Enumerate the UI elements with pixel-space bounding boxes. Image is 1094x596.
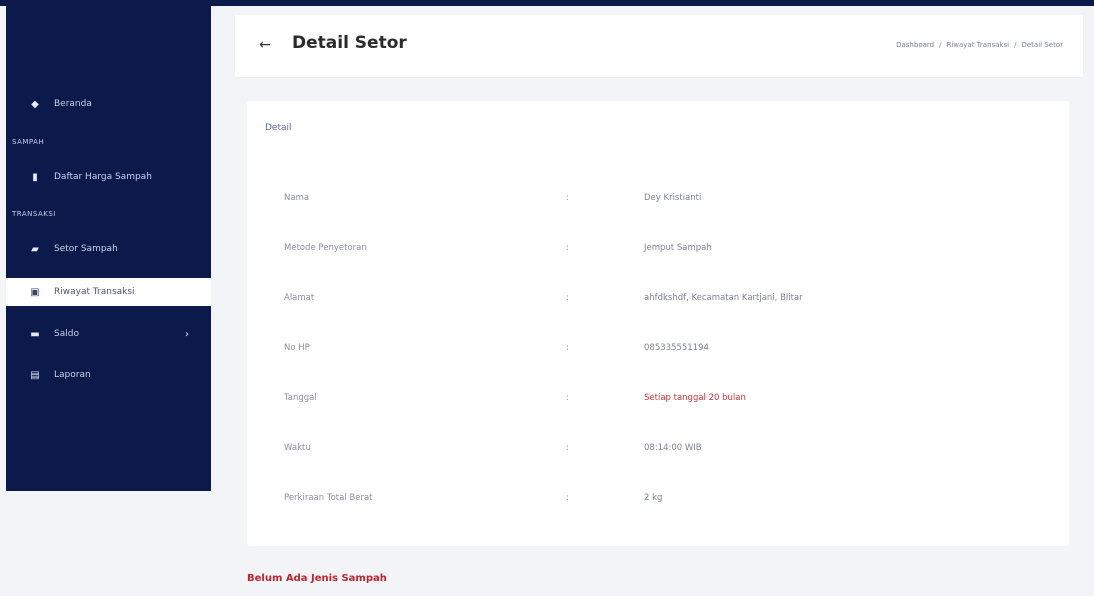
breadcrumb: Dashboard / Riwayat Transaksi / Detail Setor (896, 41, 1063, 49)
detail-colon: : (566, 343, 569, 353)
back-arrow-icon[interactable]: ← (259, 37, 271, 53)
detail-row-nama: Nama : Dey Kristianti (284, 189, 1044, 209)
empty-waste-type-note: Belum Ada Jenis Sampah (247, 573, 387, 584)
sidebar-item-label: Beranda (54, 99, 92, 109)
detail-label: Metode Penyetoran (284, 243, 367, 253)
breadcrumb-dashboard[interactable]: Dashboard (896, 41, 934, 49)
truck-icon: ▰ (31, 243, 39, 255)
detail-colon: : (566, 443, 569, 453)
page-header: ← Detail Setor Dashboard / Riwayat Transak… (235, 15, 1083, 77)
detail-row-metode: Metode Penyetoran : Jemput Sampah (284, 239, 1044, 259)
detail-row-tanggal: Tanggal : Setiap tanggal 20 bulan (284, 389, 1044, 409)
breadcrumb-current: Detail Setor (1021, 41, 1063, 49)
sidebar-item-laporan[interactable]: ▤ Laporan (6, 361, 211, 389)
detail-colon: : (566, 493, 569, 503)
sidebar-item-setor-sampah[interactable]: ▰ Setor Sampah (6, 235, 211, 263)
wallet-icon: ▬ (30, 328, 40, 340)
breadcrumb-separator: / (939, 41, 942, 49)
detail-value: 2 kg (644, 493, 663, 503)
detail-value: ahfdkshdf, Kecamatan Kartjani, Blitar (644, 293, 803, 303)
detail-value: Dey Kristianti (644, 193, 702, 203)
detail-value: 085335551194 (644, 343, 709, 353)
detail-label: No HP (284, 343, 310, 353)
trash-icon: ▮ (32, 171, 38, 183)
chevron-right-icon: › (185, 328, 189, 340)
sidebar-item-riwayat-transaksi[interactable]: ▣ Riwayat Transaksi (6, 278, 211, 306)
sidebar-item-label: Daftar Harga Sampah (54, 172, 152, 182)
home-icon: ◆ (31, 98, 39, 110)
detail-colon: : (566, 293, 569, 303)
detail-colon: : (566, 393, 569, 403)
sidebar-item-beranda[interactable]: ◆ Beranda (6, 90, 211, 118)
history-icon: ▣ (30, 286, 40, 298)
detail-label: Perkiraan Total Berat (284, 493, 373, 503)
sidebar-item-label: Riwayat Transaksi (54, 287, 135, 297)
detail-label: Nama (284, 193, 310, 203)
detail-label: Tanggal (284, 393, 317, 403)
card-title: Detail (265, 123, 292, 133)
sidebar-section-sampah: SAMPAH (12, 138, 45, 146)
detail-row-waktu: Waktu : 08:14:00 WIB (284, 439, 1044, 459)
detail-row-berat: Perkiraan Total Berat : 2 kg (284, 489, 1044, 509)
sidebar-item-label: Setor Sampah (54, 244, 118, 254)
detail-value: 08:14:00 WIB (644, 443, 702, 453)
detail-row-no-hp: No HP : 085335551194 (284, 339, 1044, 359)
detail-card: Detail Nama : Dey Kristianti Metode Peny… (247, 101, 1069, 546)
detail-colon: : (566, 193, 569, 203)
report-icon: ▤ (30, 369, 40, 381)
sidebar-item-saldo[interactable]: ▬ Saldo › (6, 320, 211, 348)
detail-colon: : (566, 243, 569, 253)
sidebar-item-label: Laporan (54, 370, 91, 380)
detail-row-alamat: Alamat : ahfdkshdf, Kecamatan Kartjani, … (284, 289, 1044, 309)
breadcrumb-riwayat-transaksi[interactable]: Riwayat Transaksi (946, 41, 1009, 49)
detail-value: Jemput Sampah (644, 243, 712, 253)
page-title: Detail Setor (292, 33, 407, 53)
sidebar-section-transaksi: TRANSAKSI (12, 210, 56, 218)
sidebar-item-label: Saldo (54, 329, 79, 339)
sidebar-item-daftar-harga-sampah[interactable]: ▮ Daftar Harga Sampah (6, 163, 211, 191)
sidebar: ◆ Beranda SAMPAH ▮ Daftar Harga Sampah T… (6, 6, 211, 491)
breadcrumb-separator: / (1014, 41, 1017, 49)
detail-value: Setiap tanggal 20 bulan (644, 393, 746, 403)
detail-label: Waktu (284, 443, 311, 453)
detail-label: Alamat (284, 293, 315, 303)
